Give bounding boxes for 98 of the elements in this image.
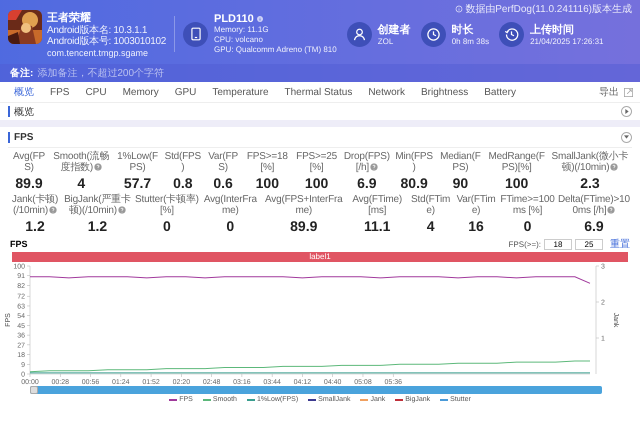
help-icon [607, 206, 616, 214]
help-icon [94, 163, 102, 171]
metric-value: 16 [468, 218, 484, 234]
metric-label: SmallJank(微小卡顿)(/10min) [550, 151, 630, 173]
metric-value: 80.9 [400, 175, 428, 191]
metric-value: 90 [452, 175, 468, 191]
caret-icon [624, 135, 629, 139]
tab[interactable]: Battery [476, 86, 524, 98]
tab[interactable]: Temperature [204, 86, 277, 98]
metric-value: 0 [226, 218, 234, 234]
metric-label: Avg(FPS+InterFrame) [264, 194, 344, 216]
collapse-button[interactable] [621, 132, 632, 142]
history-icon [504, 26, 520, 42]
device-name: PLD110 [214, 13, 254, 25]
metric-value: 0.8 [173, 175, 193, 191]
app-name: 王者荣耀 [47, 10, 92, 24]
device-spec: CPU: volcano [214, 35, 264, 45]
clock-icon [426, 26, 441, 42]
package-name: com.tencent.tmgp.sgame [47, 48, 150, 58]
info-value: 21/04/2025 17:26:31 [530, 36, 604, 46]
remark-label: 备注: [10, 66, 34, 80]
help-icon [610, 163, 618, 171]
metric-label: Stutter(卡顿率) [%] [134, 194, 199, 216]
threshold-field[interactable]: 18 [544, 238, 572, 250]
caret-icon [624, 109, 628, 114]
help-icon [118, 206, 126, 214]
metric-value: 2.3 [580, 175, 600, 191]
info-icon [256, 15, 264, 23]
tab[interactable]: FPS [42, 86, 78, 98]
metric-label: MedRange(FPS)[%] [487, 151, 546, 173]
metric-label: Std(FPS) [164, 151, 202, 173]
metric-label: Var(FPS) [207, 151, 239, 173]
app-version: Android版本名: 10.3.1.1 [47, 25, 148, 36]
metric-value: 0.6 [213, 175, 233, 191]
metric-value: 4 [426, 218, 435, 234]
section-title: FPS [14, 132, 34, 142]
metric-label: Std(FTime) [410, 194, 452, 216]
metric-label: Min(FPS) [394, 151, 434, 173]
scrollbar[interactable] [30, 386, 602, 394]
device-spec: Memory: 11.1G [214, 25, 270, 35]
tab[interactable]: Memory [114, 86, 167, 98]
metric-value: 89.9 [290, 218, 318, 234]
device-spec: GPU: Qualcomm Adreno (TM) 810 [214, 45, 337, 55]
metric-label: Drop(FPS) [/h] [342, 151, 391, 173]
metric-label: Smooth(流畅度指数) [52, 151, 110, 173]
metric-value: 89.9 [15, 175, 43, 191]
metric-label: Jank(卡顿)(/10min) [10, 194, 60, 216]
tab[interactable]: Network [360, 86, 414, 98]
export-link[interactable]: 导出 [599, 85, 619, 99]
info-title: 时长 [452, 22, 475, 36]
label-bar: label1 [12, 252, 628, 262]
metric-value: 57.7 [124, 175, 152, 191]
scroll-handle[interactable] [30, 386, 38, 394]
info-title: 上传时间 [530, 22, 576, 36]
threshold-field[interactable]: 25 [575, 238, 603, 250]
help-icon [370, 163, 378, 171]
tab[interactable]: GPU [166, 86, 204, 98]
metric-value: 6.9 [584, 218, 604, 234]
phone-icon [183, 22, 208, 46]
user-icon [352, 26, 367, 42]
section-title: 概览 [14, 106, 34, 118]
threshold-label: FPS(>=): [508, 240, 541, 248]
metric-value: 1.2 [88, 218, 108, 234]
metric-value: 6.9 [357, 175, 377, 191]
metric-value: 100 [504, 175, 528, 191]
metric-value: 11.1 [364, 218, 390, 234]
export-icon [623, 86, 634, 98]
info-title: 创建者 [378, 22, 411, 36]
metric-value: 100 [256, 175, 279, 191]
metric-label: FPS>=25 [%] [295, 151, 338, 173]
metric-label: BigJank(严重卡顿)(/10min) [63, 194, 132, 216]
chart-title: FPS [10, 239, 28, 249]
info-value: 0h 8m 38s [452, 36, 490, 46]
version-note: 数据由PerfDog(11.0.241116)版本生成 [465, 2, 632, 16]
tab[interactable]: Brightness [413, 86, 476, 98]
metric-label: Var(FTime) [456, 194, 497, 216]
metric-value: 1.2 [25, 218, 45, 234]
metric-value: 0 [162, 218, 171, 234]
metric-value: 100 [304, 175, 328, 191]
help-icon [49, 206, 58, 214]
tab[interactable]: 概览 [6, 85, 42, 99]
info-value: ZOL [378, 36, 394, 46]
app-version: Android版本号: 1003010102 [47, 36, 166, 47]
metric-label: 1%Low(FPS) [116, 151, 159, 173]
metric-value: 0 [524, 218, 532, 234]
tab[interactable]: CPU [77, 86, 115, 98]
metric-label: FPS>=18 [%] [246, 151, 289, 173]
metric-label: Avg(FTime) [ms] [351, 194, 404, 216]
metric-label: Avg(InterFrame) [202, 194, 258, 216]
metric-value: 4 [77, 175, 86, 191]
metric-label: Median(FPS) [439, 151, 482, 173]
metric-label: Delta(FTime)>100ms [/h] [558, 194, 630, 216]
reset-link[interactable]: 重置 [610, 237, 630, 251]
collapse-button[interactable] [621, 106, 632, 117]
tab[interactable]: Thermal Status [276, 86, 360, 98]
info-icon [455, 5, 464, 13]
metric-label: Avg(FPS) [12, 151, 46, 173]
metric-label: FTime>=100ms [%] [500, 194, 556, 216]
